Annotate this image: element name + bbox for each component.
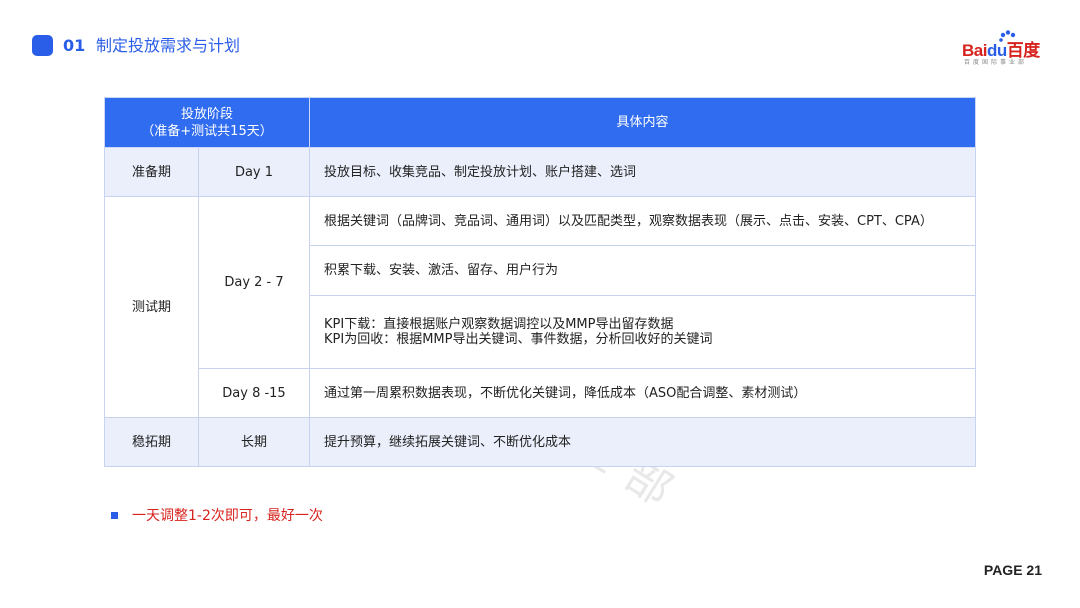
- content-cell: 提升预算，继续拓展关键词、不断优化成本: [309, 417, 976, 467]
- plan-table: 投放阶段 （准备+测试共15天） 具体内容 准备期 Day 1 投放目标、收集竞…: [104, 97, 976, 467]
- content-cell: 通过第一周累积数据表现，不断优化关键词，降低成本（ASO配合调整、素材测试）: [309, 368, 976, 418]
- page-number: PAGE 21: [983, 562, 1042, 578]
- stage-cell: 稳拓期: [104, 417, 199, 467]
- day-cell: Day 2 - 7: [198, 196, 310, 369]
- paw-icon: [999, 30, 1016, 42]
- table-row: Day 8 -15 通过第一周累积数据表现，不断优化关键词，降低成本（ASO配合…: [104, 368, 976, 418]
- header-stage-line2: （准备+测试共15天）: [141, 123, 273, 139]
- section-marker: [32, 35, 53, 56]
- day-cell: Day 1: [198, 147, 310, 197]
- note-text: 一天调整1-2次即可，最好一次: [132, 508, 323, 524]
- page-title: 制定投放需求与计划: [96, 36, 241, 55]
- day-cell: Day 8 -15: [198, 368, 310, 418]
- header-stage-line1: 投放阶段: [180, 106, 233, 122]
- table-row: 测试期 Day 2 - 7 根据关键词（品牌词、竞品词、通用词）以及匹配类型，观…: [104, 196, 976, 418]
- table-row: 稳拓期 长期 提升预算，继续拓展关键词、不断优化成本: [104, 417, 976, 467]
- stage-cell: 准备期: [104, 147, 199, 197]
- header-stage: 投放阶段 （准备+测试共15天）: [104, 97, 310, 148]
- day-cell: 长期: [198, 417, 310, 467]
- content-cell: 积累下载、安装、激活、留存、用户行为: [309, 245, 976, 296]
- section-number: 01: [63, 36, 86, 55]
- table-header-row: 投放阶段 （准备+测试共15天） 具体内容: [104, 97, 976, 148]
- content-line: KPI为回收：根据MMP导出关键词、事件数据，分析回收好的关键词: [324, 332, 713, 347]
- baidu-logo: Baidu百度 百度国际事业部: [962, 30, 1046, 68]
- header-content: 具体内容: [309, 97, 976, 148]
- content-cell: 投放目标、收集竞品、制定投放计划、账户搭建、选词: [309, 147, 976, 197]
- logo-subtitle: 百度国际事业部: [964, 59, 1028, 66]
- content-cell: 根据关键词（品牌词、竞品词、通用词）以及匹配类型，观察数据表现（展示、点击、安装…: [309, 196, 976, 246]
- square-bullet-icon: [111, 511, 118, 519]
- content-line: KPI下载：直接根据账户观察数据调控以及MMP导出留存数据: [324, 317, 674, 332]
- stage-cell: 测试期: [104, 196, 199, 418]
- content-cell: KPI下载：直接根据账户观察数据调控以及MMP导出留存数据 KPI为回收：根据M…: [309, 295, 976, 369]
- note: 一天调整1-2次即可，最好一次: [111, 505, 323, 525]
- table-row: 准备期 Day 1 投放目标、收集竞品、制定投放计划、账户搭建、选词: [104, 147, 976, 197]
